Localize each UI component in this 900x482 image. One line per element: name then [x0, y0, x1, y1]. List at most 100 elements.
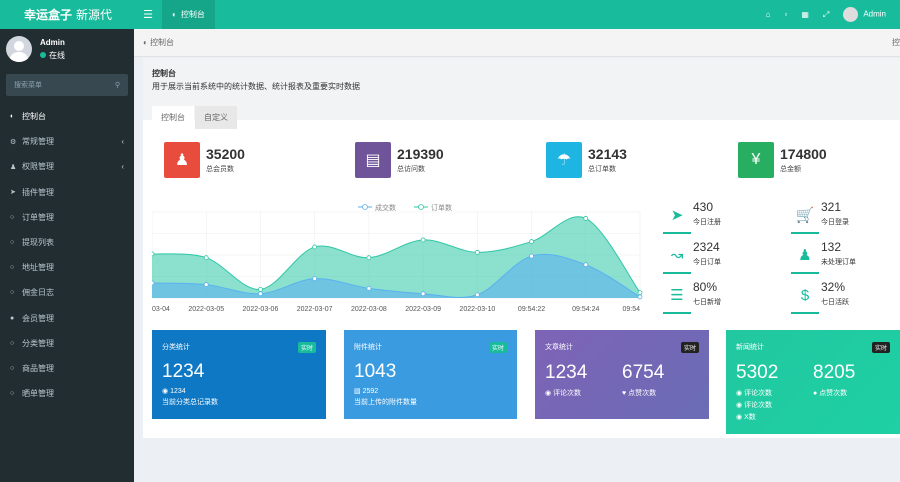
home-icon[interactable]: ⌂: [766, 10, 771, 19]
circle-icon: ○: [10, 264, 15, 272]
dashboard-icon: ◐: [10, 113, 15, 121]
data-point: [312, 276, 318, 282]
card-columns: 5302 ◉ 评论次数 8205 ● 点赞次数: [736, 362, 890, 398]
brand-name-light: 新源代: [76, 8, 113, 22]
mini-stat-7day-new: ☰ 80% 七日新增: [663, 280, 763, 314]
x-tick-label: 2022-03-07: [297, 306, 333, 313]
search-icon[interactable]: ⚲: [115, 81, 120, 89]
mini-underline: [791, 312, 819, 314]
sidebar-item-address[interactable]: ○ 地址管理: [0, 255, 134, 280]
language-icon[interactable]: ▦: [801, 10, 809, 19]
sidebar-item-showorder[interactable]: ○ 晒单管理: [0, 381, 134, 406]
stat-label: 总金额: [780, 166, 801, 173]
data-point: [366, 285, 372, 291]
cart-icon: 🛒: [795, 207, 815, 224]
card-sub-text: 评论次数: [744, 390, 773, 397]
comment-icon: ◉: [162, 388, 171, 395]
cogs-icon: ⚙: [10, 138, 17, 146]
user-menu[interactable]: Admin: [843, 7, 886, 22]
fullscreen-icon[interactable]: ⤢: [823, 10, 829, 20]
page-description: 用于展示当前系统中的统计数据、统计报表及重要实时数据: [152, 82, 360, 91]
sidebar-item-auth[interactable]: ♟ 权限管理 ‹: [0, 154, 134, 179]
sidebar-item-goods[interactable]: ○ 商品管理: [0, 356, 134, 381]
card-attachment-stats: 附件统计 实时 1043 ▧ 2592 当前上传的附件数量: [344, 330, 517, 419]
sidebar-item-general[interactable]: ⚙ 常规管理 ‹: [0, 129, 134, 154]
barcode-icon: ▧: [354, 388, 363, 395]
list-icon: ☰: [670, 287, 684, 304]
comment-icon: ◉: [736, 402, 745, 409]
card-title: 分类统计: [162, 344, 190, 351]
tab-dashboard[interactable]: ◐ 控制台: [162, 0, 215, 29]
sidebar-item-label: 分类管理: [22, 338, 54, 348]
mini-stat-orders: ↝ 2324 今日订单: [663, 240, 763, 274]
sidebar-item-label: 常规管理: [22, 137, 54, 147]
stat-label: 总访问数: [397, 166, 425, 173]
search-input[interactable]: 搜索菜单 ⚲: [6, 74, 128, 96]
mini-underline: [663, 312, 691, 314]
card-sub-label: ◉ 评论次数: [545, 388, 622, 398]
tab-dashboard[interactable]: 控制台: [152, 106, 194, 129]
sidebar-item-label: 佣金日志: [22, 288, 54, 298]
card-news-stats: 新闻统计 实时 5302 ◉ 评论次数 8205 ● 点赞次数 ◉ 评论次数 ◉ X…: [726, 330, 900, 434]
sidebar-item-label: 商品管理: [22, 363, 54, 373]
mini-label: 今日订单: [693, 259, 721, 266]
sidebar-item-label: 控制台: [22, 112, 46, 122]
user-icon: ●: [10, 314, 15, 322]
group-icon: ♟: [10, 163, 17, 171]
data-point: [474, 292, 480, 298]
mini-label: 今日注册: [693, 219, 721, 226]
card-value: 1234: [162, 361, 205, 382]
card-sub-text: 评论次数: [553, 390, 582, 397]
rocket-icon: ➤: [670, 207, 684, 224]
book-icon: ▤: [355, 142, 391, 178]
menu-toggle-icon[interactable]: ☰: [134, 0, 162, 29]
avatar: [843, 7, 859, 22]
top-navbar: ☰ ◐ 控制台 ⌂ ▫ ▦ ⤢ Admin: [134, 0, 900, 29]
dashboard-icon: ◐: [143, 38, 151, 47]
breadcrumb-right: 控: [892, 38, 900, 47]
data-point: [366, 255, 372, 261]
legend-label: 成交数: [375, 203, 396, 212]
status-badge: 实时: [871, 342, 890, 353]
data-point: [258, 291, 263, 297]
data-point: [583, 262, 589, 268]
mini-label: 今日登录: [821, 219, 849, 226]
x-tick-label: 09:54:22: [518, 306, 545, 313]
card-title: 新闻统计: [736, 344, 764, 351]
card-sub-label: ◉ 评论次数: [736, 388, 813, 398]
sidebar-item-members[interactable]: ● 会员管理: [0, 306, 134, 331]
user-name: Admin: [40, 37, 65, 47]
data-point: [258, 287, 263, 292]
data-point: [203, 255, 209, 261]
data-point: [152, 251, 155, 257]
brand-logo[interactable]: 幸运盒子 新源代: [0, 0, 134, 29]
card-value: 5302: [736, 362, 779, 383]
trash-icon[interactable]: ▫: [785, 10, 788, 19]
area-chart: 03-04 2022-03-05 2022-03-06 2022-03-07 2022-…: [152, 203, 643, 313]
sidebar-item-commission[interactable]: ○ 佣金日志: [0, 280, 134, 305]
card-columns: 1234 ◉ 评论次数 6754 ♥ 点赞次数: [545, 362, 699, 398]
data-point: [420, 237, 426, 243]
breadcrumb-label[interactable]: 控制台: [150, 37, 174, 48]
sidebar-item-dashboard[interactable]: ◐ 控制台: [0, 104, 134, 129]
sidebar-item-category[interactable]: ○ 分类管理: [0, 331, 134, 356]
tab-custom[interactable]: 自定义: [195, 106, 237, 129]
mini-underline: [663, 232, 691, 234]
comment-icon: ◉: [736, 414, 745, 421]
sidebar-item-label: 会员管理: [22, 313, 54, 323]
card-category-stats: 分类统计 实时 1234 ◉ 1234 当前分类总记录数: [152, 330, 326, 419]
data-point: [420, 291, 426, 297]
yen-icon: ¥: [738, 142, 774, 178]
circle-icon: ○: [10, 390, 15, 398]
sidebar-item-withdraw[interactable]: ○ 提现列表: [0, 230, 134, 255]
users-icon: ♟: [164, 142, 200, 178]
mini-underline: [663, 272, 691, 274]
sidebar-item-label: 订单管理: [22, 212, 54, 222]
stat-members: ♟ 35200 总会员数: [164, 142, 314, 178]
card-value: 8205: [813, 362, 856, 383]
mini-value: 321: [821, 200, 842, 214]
mini-label: 七日活跃: [821, 299, 849, 306]
sidebar-item-addon[interactable]: ➤ 插件管理: [0, 180, 134, 205]
sidebar-item-orders[interactable]: ○ 订单管理: [0, 205, 134, 230]
panel-tabs: 控制台 自定义: [152, 106, 891, 129]
